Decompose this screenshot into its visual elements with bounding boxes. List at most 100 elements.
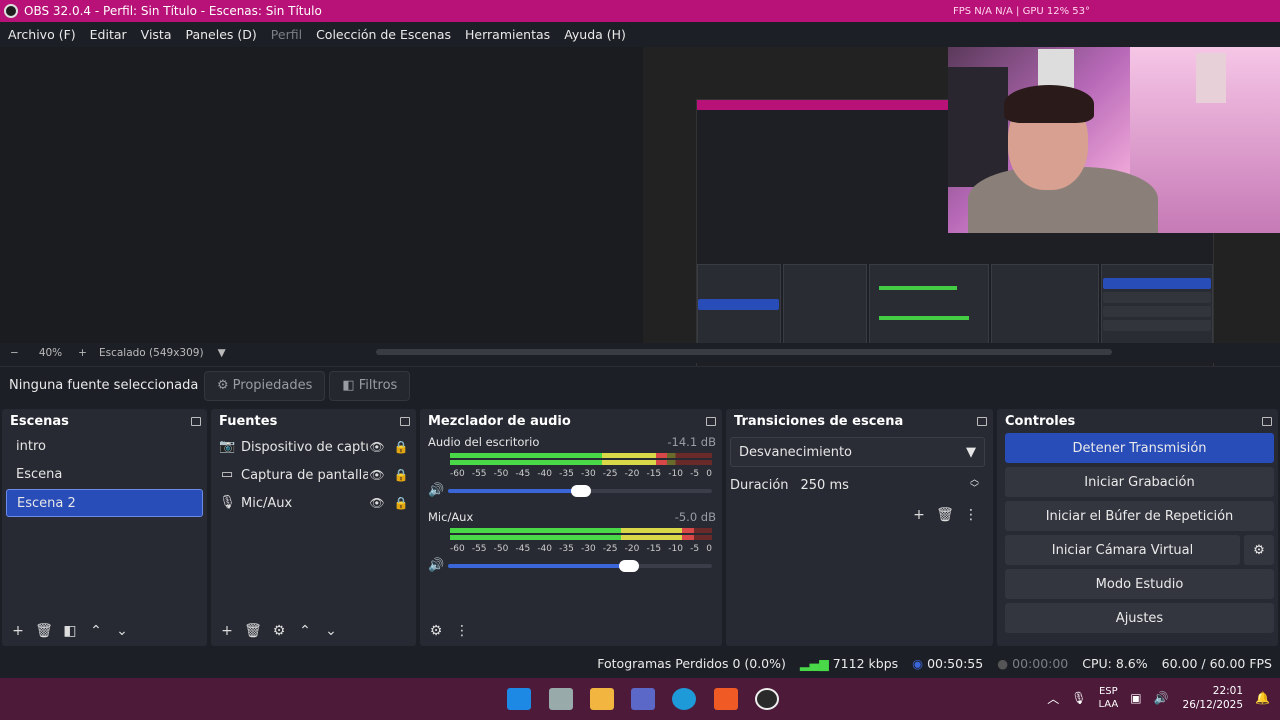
speaker-icon[interactable]: 🔊: [428, 483, 448, 498]
signal-icon: ▂▄▆: [799, 655, 829, 671]
transitions-dock: Transiciones de escena Desvanecimiento ▼…: [726, 409, 993, 646]
menu-ayuda[interactable]: Ayuda (H): [564, 27, 626, 42]
gear-icon[interactable]: ⚙: [269, 621, 289, 641]
studio-mode-button[interactable]: Modo Estudio: [1005, 569, 1274, 599]
duration-row: Duración 250 ms ︿ ﹀: [730, 471, 985, 499]
stream-icon: ◉: [912, 655, 924, 671]
language-indicator[interactable]: ESP LAA: [1098, 685, 1118, 711]
undock-icon[interactable]: [191, 416, 201, 426]
scenes-title: Escenas: [10, 413, 69, 429]
menu-vista[interactable]: Vista: [141, 27, 172, 42]
filters-button[interactable]: ◧ Filtros: [329, 370, 411, 401]
edge-browser-icon[interactable]: [672, 688, 696, 710]
speaker-icon[interactable]: 🔊: [428, 558, 448, 573]
meter-tick-label: -55: [471, 544, 487, 554]
settings-button[interactable]: Ajustes: [1005, 603, 1274, 633]
trash-icon[interactable]: 🗑: [935, 505, 955, 525]
brave-browser-icon[interactable]: [714, 688, 738, 710]
source-item[interactable]: 🎙 Mic/Aux 👁 🔒: [211, 489, 416, 517]
advanced-audio-icon[interactable]: ⚙: [426, 621, 446, 641]
trash-icon[interactable]: 🗑: [243, 621, 263, 641]
obs-taskbar-icon[interactable]: [755, 688, 779, 710]
meter-tick-label: -15: [646, 469, 662, 479]
zoom-in-button[interactable]: +: [78, 347, 87, 359]
lock-icon[interactable]: 🔒: [392, 440, 410, 454]
clock-date: 26/12/2025: [1182, 699, 1244, 711]
source-label: Dispositivo de captura de video: [241, 439, 368, 455]
undock-icon[interactable]: [400, 416, 410, 426]
mixer-toolbar: ⚙ ⋮: [420, 616, 722, 646]
level-meter: [450, 528, 716, 542]
controls-header: Controles: [997, 409, 1278, 433]
trash-icon[interactable]: 🗑: [34, 621, 54, 641]
preview-scrollbar[interactable]: [376, 349, 1112, 355]
chevron-up-icon[interactable]: ⌃: [86, 621, 106, 641]
properties-button[interactable]: ⚙ Propiedades: [204, 370, 326, 401]
undock-icon[interactable]: [1262, 416, 1272, 426]
undock-icon[interactable]: [977, 416, 987, 426]
file-explorer-icon[interactable]: [590, 688, 614, 710]
meter-tick-label: -10: [668, 544, 683, 554]
preview-canvas[interactable]: [0, 47, 1280, 391]
menu-paneles[interactable]: Paneles (D): [186, 27, 257, 42]
duration-spinbox[interactable]: 250 ms ︿ ﹀: [801, 471, 985, 499]
notifications-icon[interactable]: 🔔: [1255, 691, 1270, 705]
task-view-icon[interactable]: [549, 688, 573, 710]
scene-item-selected[interactable]: Escena 2: [6, 489, 203, 517]
add-icon[interactable]: +: [8, 621, 28, 641]
scenes-toolbar: + 🗑 ◧ ⌃ ⌄: [2, 616, 207, 646]
undock-icon[interactable]: [706, 416, 716, 426]
add-icon[interactable]: +: [217, 621, 237, 641]
app-icon[interactable]: [631, 688, 655, 710]
virtual-camera-button[interactable]: Iniciar Cámara Virtual: [1005, 535, 1240, 565]
scene-item[interactable]: Escena: [6, 461, 203, 489]
virtual-camera-gear-icon[interactable]: ⚙: [1244, 535, 1274, 565]
eye-icon[interactable]: 👁: [368, 468, 386, 482]
meter-tick-label: -35: [559, 544, 574, 554]
clock[interactable]: 22:01 26/12/2025: [1183, 684, 1244, 712]
meter-tick-label: -20: [624, 469, 640, 479]
chevron-up-icon[interactable]: ︿: [1047, 690, 1059, 707]
lock-icon[interactable]: 🔒: [392, 496, 410, 510]
chevron-up-icon[interactable]: ⌃: [295, 621, 315, 641]
volume-slider[interactable]: [448, 559, 712, 572]
mixer-channel: Audio del escritorio -14.1 dB -60 -55 -50-…: [420, 433, 722, 498]
menu-coleccion[interactable]: Colección de Escenas: [316, 27, 451, 42]
chevron-down-icon[interactable]: ⌄: [321, 621, 341, 641]
transition-select[interactable]: Desvanecimiento ▼: [730, 437, 985, 467]
more-options-icon[interactable]: ⋮: [961, 505, 981, 525]
source-item[interactable]: ▭ Captura de pantalla 👁 🔒: [211, 461, 416, 489]
lock-icon[interactable]: 🔒: [392, 468, 410, 482]
more-options-icon[interactable]: ⋮: [452, 621, 472, 641]
zoom-out-button[interactable]: −: [10, 347, 19, 359]
volume-slider[interactable]: [448, 484, 712, 497]
meter-scale: -60 -55 -50 -45 -40 -35 -30 -25 -20 -15 -10 -5 0: [450, 469, 712, 479]
menu-herramientas[interactable]: Herramientas: [465, 27, 550, 42]
eye-icon[interactable]: 👁: [368, 440, 386, 454]
replay-buffer-button[interactable]: Iniciar el Búfer de Repetición: [1005, 501, 1274, 531]
menu-archivo[interactable]: Archivo (F): [8, 27, 76, 42]
channel-name: Audio del escritorio: [428, 435, 540, 449]
add-icon[interactable]: +: [909, 505, 929, 525]
sources-title: Fuentes: [219, 413, 278, 429]
meter-tick-label: -20: [624, 544, 640, 554]
filters-label: Filtros: [358, 378, 398, 393]
system-tray: ︿ 🎙 ESP LAA ▣ 🔊 22:01 26/12/2025 🔔: [1035, 684, 1270, 712]
channel-name: Mic/Aux: [428, 510, 474, 524]
menu-perfil[interactable]: Perfil: [271, 27, 302, 42]
microphone-icon[interactable]: 🎙: [1071, 691, 1086, 705]
volume-icon[interactable]: 🔊: [1154, 691, 1169, 705]
scaling-dropdown-icon[interactable]: ▼: [218, 347, 226, 359]
network-icon[interactable]: ▣: [1130, 691, 1141, 705]
menu-editar[interactable]: Editar: [90, 27, 127, 42]
filter-icon[interactable]: ◧: [60, 621, 80, 641]
source-item[interactable]: 📷 Dispositivo de captura de video 👁 🔒: [211, 433, 416, 461]
start-recording-button[interactable]: Iniciar Grabación: [1005, 467, 1274, 497]
meter-scale: -60 -55 -50 -45 -40 -35 -30 -25 -20 -15 -10 -5 0: [450, 544, 712, 554]
eye-icon[interactable]: 👁: [368, 496, 386, 510]
spin-arrows-icon[interactable]: ︿ ﹀: [970, 476, 979, 494]
scene-item[interactable]: intro: [6, 433, 203, 461]
chevron-down-icon[interactable]: ⌄: [112, 621, 132, 641]
windows-start-icon[interactable]: [507, 688, 531, 710]
stop-streaming-button[interactable]: Detener Transmisión: [1005, 433, 1274, 463]
